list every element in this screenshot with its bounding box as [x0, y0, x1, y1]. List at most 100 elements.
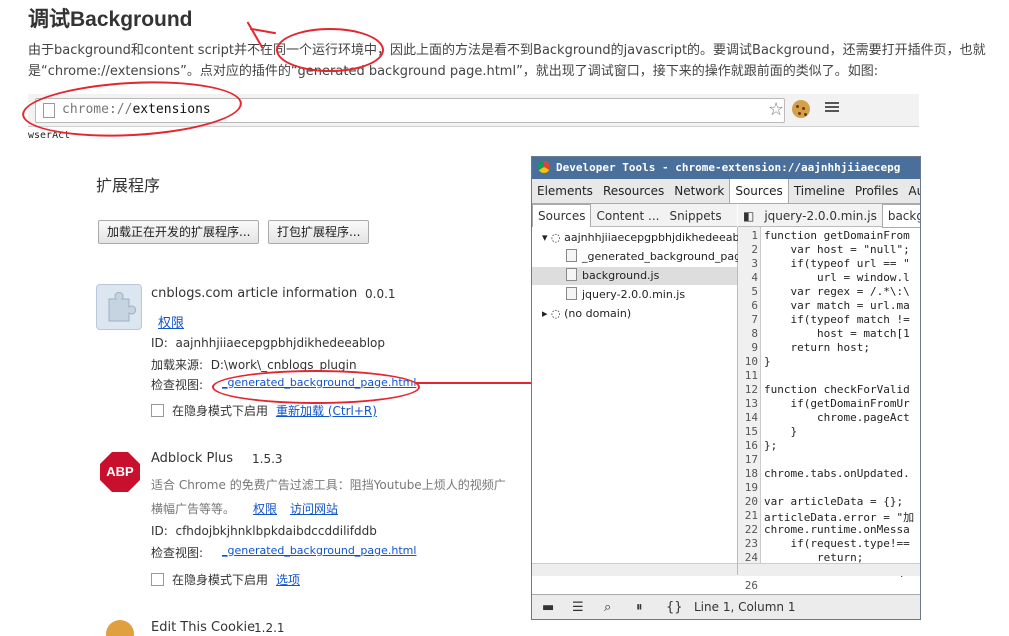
tab-audits[interactable]: Audit [903, 179, 920, 203]
code-line: var articleData = {}; [764, 495, 904, 508]
tree-folder[interactable]: ▾ ◌ aajnhhjiiaecepgpbhjdikhedeeab [542, 229, 739, 247]
pretty-print-icon[interactable]: {} [666, 600, 683, 615]
line-number[interactable]: 8 [738, 327, 758, 340]
code-line: chrome.pageAct [764, 411, 910, 424]
tree-label: jquery-2.0.0.min.js [582, 288, 686, 301]
code-line: return host; [764, 341, 870, 354]
pack-extension-button[interactable]: 打包扩展程序... [268, 220, 370, 244]
line-number[interactable]: 7 [738, 313, 758, 326]
tree-folder[interactable]: ▸ ◌ (no domain) [542, 305, 631, 323]
file-tab-background[interactable]: backgr [881, 204, 920, 228]
line-number[interactable]: 26 [738, 579, 758, 592]
disclosure-right-icon: ▸ [542, 307, 548, 320]
line-number[interactable]: 3 [738, 257, 758, 270]
code-line: chrome.tabs.onUpdated. [764, 467, 910, 480]
inspect-label: 检查视图: [151, 378, 204, 392]
cookie-icon[interactable] [792, 100, 810, 118]
incognito-checkbox[interactable] [151, 573, 164, 586]
line-number[interactable]: 4 [738, 271, 758, 284]
code-line: var host = "null"; [764, 243, 910, 256]
code-line: if(request.type!== [764, 537, 910, 550]
subtab-content-scripts[interactable]: Content ... [591, 205, 664, 227]
incognito-label: 在隐身模式下启用 [172, 404, 269, 418]
devtools-tabs: Elements Resources Network Sources Timeline P… [532, 179, 920, 204]
incognito-row: 在隐身模式下启用 [151, 571, 268, 588]
tab-profiles[interactable]: Profiles [850, 179, 904, 203]
code-line: var regex = /.*\:\ [764, 285, 910, 298]
devtools-title: Developer Tools - chrome-extension://aaj… [556, 161, 901, 174]
editor-scrollbar[interactable] [738, 563, 920, 576]
disclosure-down-icon: ▾ [542, 231, 548, 244]
extension-version: 1.5.3 [252, 452, 283, 466]
editor-file-tabs: ◧jquery-2.0.0.min.jsbackgr [738, 204, 920, 228]
visit-website-link[interactable]: 访问网站 [290, 500, 338, 517]
tree-file[interactable]: jquery-2.0.0.min.js [566, 286, 685, 304]
devtools-statusbar: ▬ ☰ ⌕ ⏸ {} Line 1, Column 1 [532, 594, 920, 619]
tab-sources[interactable]: Sources [729, 179, 789, 203]
code-line: if(typeof match != [764, 313, 910, 326]
line-number[interactable]: 16 [738, 439, 758, 452]
adblock-icon: ABP [100, 452, 140, 492]
options-link[interactable]: 选项 [276, 571, 300, 588]
tree-file[interactable]: _generated_background_page [566, 248, 748, 266]
line-number[interactable]: 6 [738, 299, 758, 312]
permissions-link[interactable]: 权限 [158, 312, 184, 331]
tab-elements[interactable]: Elements [532, 179, 598, 203]
line-number[interactable]: 11 [738, 369, 758, 382]
subtab-sources[interactable]: Sources [532, 204, 592, 227]
console-icon[interactable]: ☰ [572, 600, 584, 615]
devtools-titlebar: Developer Tools - chrome-extension://aaj… [532, 157, 920, 179]
search-icon[interactable]: ⌕ [604, 600, 611, 615]
line-number[interactable]: 10 [738, 355, 758, 368]
dock-icon[interactable]: ▬ [542, 600, 554, 615]
file-icon [566, 287, 577, 300]
tab-resources[interactable]: Resources [598, 179, 669, 203]
pause-icon[interactable]: ⏸ [636, 600, 643, 615]
line-number[interactable]: 12 [738, 383, 758, 396]
line-number[interactable]: 5 [738, 285, 758, 298]
line-number[interactable]: 2 [738, 243, 758, 256]
tree-label: aajnhhjiiaecepgpbhjdikhedeeab [564, 231, 740, 244]
code-line: if(getDomainFromUr [764, 397, 910, 410]
tab-timeline[interactable]: Timeline [789, 179, 850, 203]
line-number[interactable]: 21 [738, 509, 758, 522]
line-number[interactable]: 9 [738, 341, 758, 354]
id-label: ID: [151, 336, 168, 350]
reload-link[interactable]: 重新加载 (Ctrl+R) [276, 402, 377, 419]
hamburger-icon[interactable] [825, 100, 839, 114]
code-line: chrome.runtime.onMessa [764, 523, 910, 536]
globe-icon: ◌ [551, 307, 561, 320]
chrome-icon [538, 161, 550, 173]
incognito-checkbox[interactable] [151, 404, 164, 417]
file-tab-jquery[interactable]: jquery-2.0.0.min.js [759, 205, 881, 227]
code-line: var match = url.ma [764, 299, 910, 312]
file-icon [566, 249, 577, 262]
extension-id-row: ID: cfhdojbkjhnklbpkdaibdccddilifddb [151, 524, 377, 538]
file-icon [566, 268, 577, 281]
line-number[interactable]: 15 [738, 425, 758, 438]
line-number[interactable]: 14 [738, 411, 758, 424]
permissions-link[interactable]: 权限 [253, 500, 277, 517]
subtab-snippets[interactable]: Snippets [664, 205, 726, 227]
line-number[interactable]: 18 [738, 467, 758, 480]
tab-network[interactable]: Network [669, 179, 729, 203]
tree-label: (no domain) [564, 307, 632, 320]
line-number[interactable]: 17 [738, 453, 758, 466]
article-paragraph-line-1: 由于background和content script并不在同一个运行环境中，因… [28, 43, 986, 58]
line-number[interactable]: 19 [738, 481, 758, 494]
line-number[interactable]: 23 [738, 537, 758, 550]
star-icon[interactable]: ☆ [768, 99, 784, 120]
line-number[interactable]: 22 [738, 523, 758, 536]
background-page-link[interactable]: _generated_background_page.html [222, 544, 416, 557]
tree-scrollbar[interactable] [532, 563, 737, 576]
line-number[interactable]: 13 [738, 397, 758, 410]
cookie-extension-icon [106, 620, 134, 636]
extension-version: 1.2.1 [254, 621, 285, 635]
extension-description: 适合 Chrome 的免费广告过滤工具：阻挡Youtube上烦人的视频广 [151, 478, 506, 492]
load-unpacked-button[interactable]: 加载正在开发的扩展程序... [98, 220, 260, 244]
tree-file-selected[interactable]: background.js [532, 267, 737, 285]
line-number[interactable]: 1 [738, 229, 758, 242]
tree-label: _generated_background_page [582, 250, 748, 263]
toggle-navigator-icon[interactable]: ◧ [738, 205, 759, 227]
line-number[interactable]: 20 [738, 495, 758, 508]
